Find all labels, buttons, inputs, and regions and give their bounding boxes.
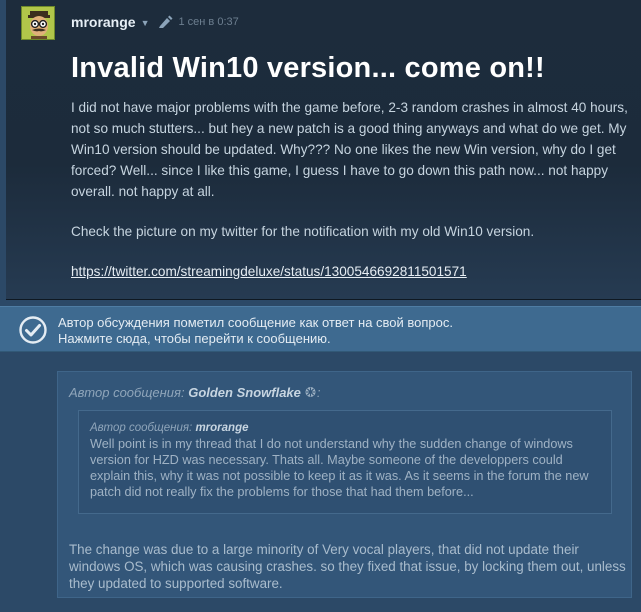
quote-author-prefix: Автор сообщения: — [69, 385, 185, 400]
caret-down-icon[interactable]: ▼ — [141, 18, 150, 28]
nested-quote-author-name: mrorange — [195, 422, 249, 434]
answer-reply: Автор сообщения: Golden Snowflake: Автор… — [57, 371, 632, 598]
answer-notice-text: Автор обсуждения пометил сообщение как о… — [58, 315, 453, 347]
post-paragraph: I did not have major problems with the g… — [71, 100, 628, 199]
quote-author-suffix: : — [316, 385, 321, 400]
reply-quote-author: Автор сообщения: Golden Snowflake: — [69, 385, 321, 400]
post-author-name[interactable]: mrorange — [71, 14, 136, 30]
author-avatar[interactable] — [21, 6, 55, 40]
twitter-link[interactable]: https://twitter.com/streamingdeluxe/stat… — [71, 264, 467, 279]
quote-author-name: Golden Snowflake — [188, 385, 301, 400]
answer-notice-banner[interactable]: Автор обсуждения пометил сообщение как о… — [0, 306, 641, 352]
reply-body-text: The change was due to a large minority o… — [69, 542, 626, 591]
edit-pen-icon — [157, 15, 173, 29]
post-body: I did not have major problems with the g… — [71, 97, 637, 301]
check-circle-icon — [19, 316, 47, 344]
nested-quote-author-prefix: Автор сообщения: — [90, 422, 193, 434]
post-paragraph: Check the picture on my twitter for the … — [71, 224, 535, 239]
snowflake-emoticon-icon — [304, 386, 317, 398]
post-author-row: mrorange ▼ 1 сен в 0:37 — [71, 12, 239, 32]
post-date: 1 сен в 0:37 — [178, 16, 239, 28]
nested-quote-author: Автор сообщения: mrorange — [90, 422, 249, 434]
post-title: Invalid Win10 version... come on!! — [71, 52, 545, 84]
answer-notice-line: Автор обсуждения пометил сообщение как о… — [58, 315, 453, 330]
original-post: mrorange ▼ 1 сен в 0:37 Invalid Win10 ve… — [6, 0, 641, 300]
avatar-glasses-mustache-icon — [22, 7, 54, 39]
nested-quote: Автор сообщения: mrorange Well point is … — [78, 410, 612, 514]
answer-notice-line: Нажмите сюда, чтобы перейти к сообщению. — [58, 331, 331, 346]
nested-quote-text: Well point is in my thread that I do not… — [90, 437, 589, 499]
